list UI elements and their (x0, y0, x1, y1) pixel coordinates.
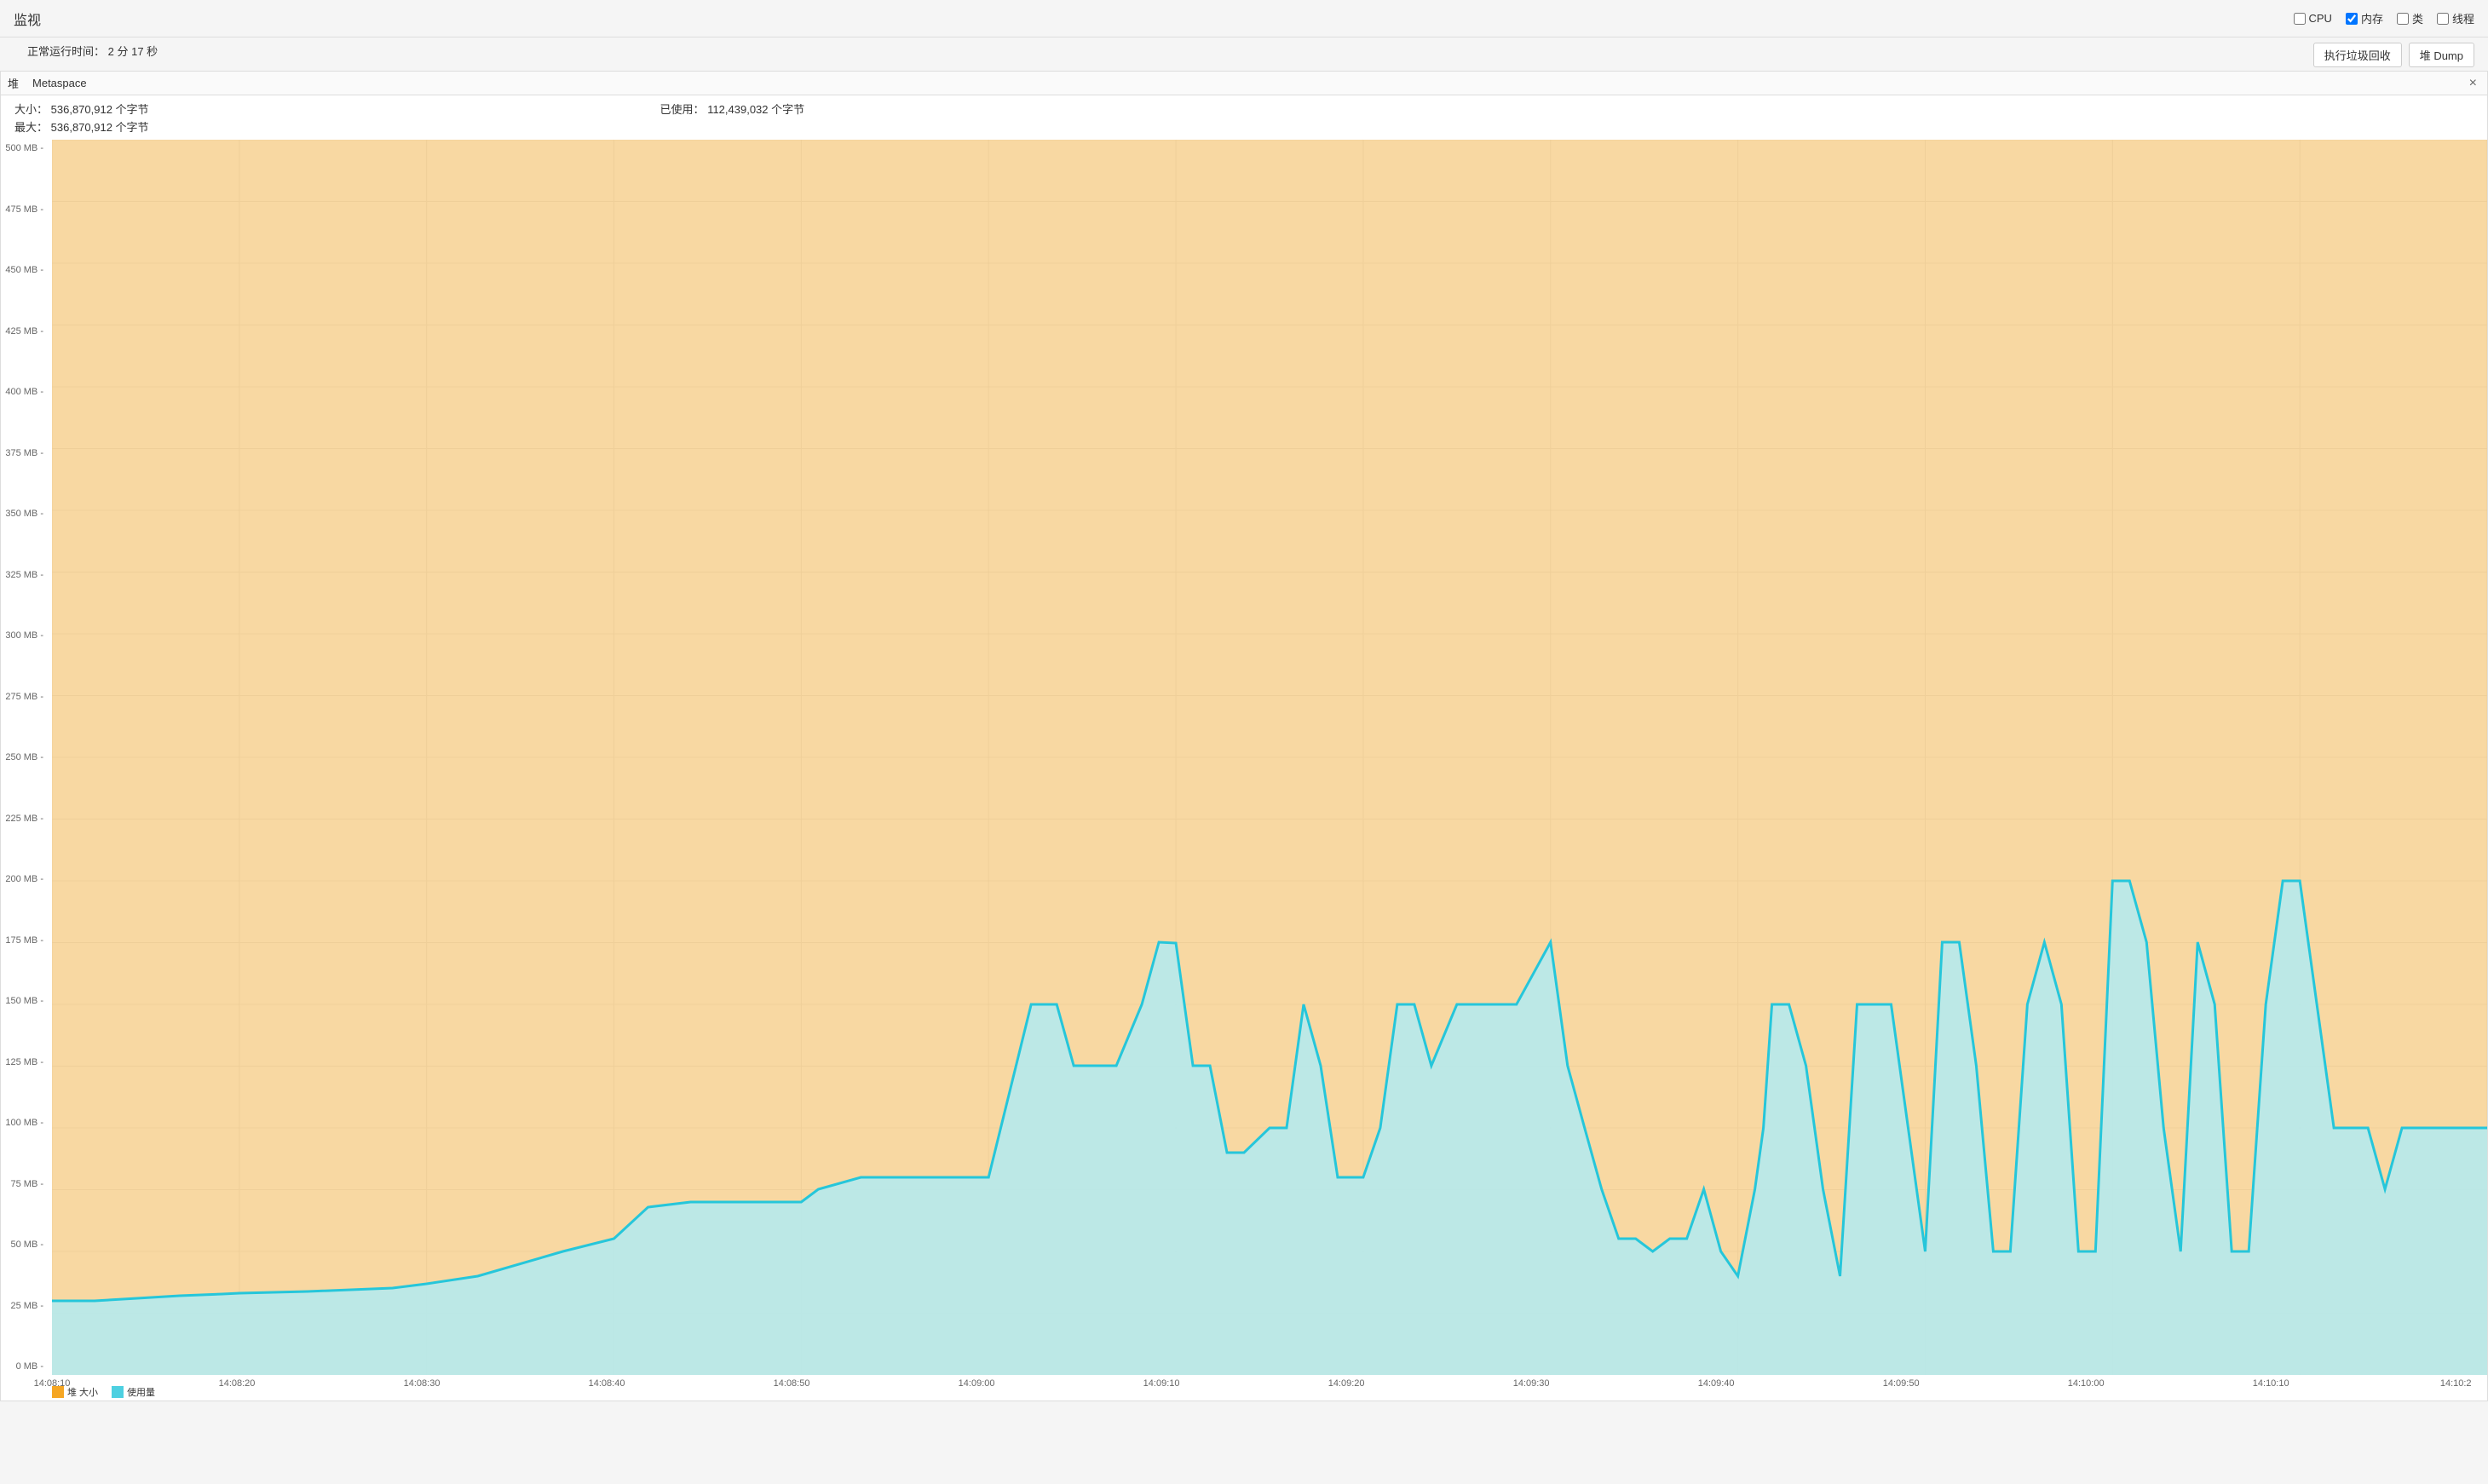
y-label-250mb: 250 MB - (4, 752, 49, 762)
x-label-4: 14:08:50 (774, 1378, 810, 1389)
memory-checkbox[interactable] (2346, 13, 2358, 25)
cpu-label[interactable]: CPU (2309, 12, 2332, 25)
used-label: 已使用： (660, 103, 705, 116)
y-label-500mb: 500 MB - (4, 143, 49, 153)
x-label-7: 14:09:20 (1328, 1378, 1365, 1389)
legend-used: 使用量 (112, 1385, 155, 1399)
x-label-3: 14:08:40 (589, 1378, 625, 1389)
top-bar: 监视 CPU 内存 类 线程 (0, 0, 2488, 37)
second-row: 正常运行时间： 2 分 17 秒 执行垃圾回收 堆 Dump (0, 37, 2488, 67)
x-label-8: 14:09:30 (1513, 1378, 1550, 1389)
y-label-325mb: 325 MB - (4, 570, 49, 580)
x-label-6: 14:09:10 (1143, 1378, 1180, 1389)
legend-size-color (52, 1386, 64, 1398)
y-label-50mb: 50 MB - (4, 1240, 49, 1250)
class-label[interactable]: 类 (2412, 10, 2423, 26)
x-label-10: 14:09:50 (1883, 1378, 1920, 1389)
heap-close-button[interactable]: × (2466, 76, 2480, 91)
cpu-checkbox-item[interactable]: CPU (2294, 12, 2332, 25)
x-label-12: 14:10:10 (2253, 1378, 2289, 1389)
legend-size: 堆 大小 (52, 1385, 98, 1399)
y-label-350mb: 350 MB - (4, 509, 49, 519)
heap-section: 堆 Metaspace × 大小： 536,870,912 个字节 最大： 53… (0, 71, 2488, 1401)
x-label-5: 14:09:00 (959, 1378, 995, 1389)
thread-checkbox-item[interactable]: 线程 (2437, 10, 2474, 26)
y-label-175mb: 175 MB - (4, 935, 49, 946)
top-bar-right: CPU 内存 类 线程 (2294, 10, 2475, 26)
y-label-0mb: 0 MB - (4, 1361, 49, 1372)
checkbox-group: CPU 内存 类 线程 (2294, 10, 2475, 26)
size-label: 大小： (14, 103, 48, 116)
legend-size-label: 堆 大小 (67, 1385, 98, 1399)
size-stat: 大小： 536,870,912 个字节 (14, 101, 149, 117)
heap-header-left: 堆 Metaspace (8, 75, 94, 91)
x-axis: 14:08:10 14:08:20 14:08:30 14:08:40 14:0… (52, 1375, 2487, 1399)
y-label-225mb: 225 MB - (4, 814, 49, 824)
class-checkbox-item[interactable]: 类 (2397, 10, 2423, 26)
y-label-400mb: 400 MB - (4, 387, 49, 397)
y-label-425mb: 425 MB - (4, 326, 49, 336)
page-title: 监视 (14, 9, 41, 29)
cpu-checkbox[interactable] (2294, 13, 2306, 25)
heap-header: 堆 Metaspace × (1, 72, 2487, 95)
heap-stats: 大小： 536,870,912 个字节 最大： 536,870,912 个字节 … (1, 95, 2487, 140)
y-label-475mb: 475 MB - (4, 204, 49, 215)
x-label-1: 14:08:20 (219, 1378, 256, 1389)
uptime-label: 正常运行时间： (27, 45, 105, 58)
size-value: 536,870,912 个字节 (51, 103, 149, 116)
max-stat: 最大： 536,870,912 个字节 (14, 118, 149, 135)
heap-tab[interactable]: Metaspace (26, 75, 94, 91)
x-label-13: 14:10:2 (2440, 1378, 2472, 1389)
used-value: 112,439,032 个字节 (707, 103, 804, 116)
max-value: 536,870,912 个字节 (51, 121, 149, 134)
y-label-125mb: 125 MB - (4, 1057, 49, 1067)
memory-checkbox-item[interactable]: 内存 (2346, 10, 2383, 26)
gc-button[interactable]: 执行垃圾回收 (2313, 43, 2402, 67)
x-label-9: 14:09:40 (1698, 1378, 1735, 1389)
chart-legend: 堆 大小 使用量 (52, 1385, 155, 1399)
thread-checkbox[interactable] (2437, 13, 2449, 25)
heap-label: 堆 (8, 75, 19, 91)
x-label-2: 14:08:30 (404, 1378, 441, 1389)
memory-label[interactable]: 内存 (2361, 10, 2383, 26)
chart-container: 0 MB - 25 MB - 50 MB - 75 MB - 100 MB - … (1, 140, 2487, 1401)
y-label-300mb: 300 MB - (4, 630, 49, 641)
y-label-275mb: 275 MB - (4, 692, 49, 702)
heap-dump-button[interactable]: 堆 Dump (2409, 43, 2474, 67)
y-label-450mb: 450 MB - (4, 265, 49, 275)
y-label-200mb: 200 MB - (4, 874, 49, 884)
used-stat: 已使用： 112,439,032 个字节 (660, 101, 805, 135)
max-label: 最大： (14, 121, 48, 134)
legend-used-color (112, 1386, 124, 1398)
thread-label[interactable]: 线程 (2452, 10, 2474, 26)
uptime-value: 2 分 17 秒 (108, 45, 158, 58)
uptime-bar: 正常运行时间： 2 分 17 秒 (14, 37, 171, 64)
y-axis: 0 MB - 25 MB - 50 MB - 75 MB - 100 MB - … (1, 140, 52, 1375)
y-label-25mb: 25 MB - (4, 1301, 49, 1311)
y-label-100mb: 100 MB - (4, 1118, 49, 1128)
action-buttons: 执行垃圾回收 堆 Dump (2313, 43, 2474, 67)
heap-stats-left: 大小： 536,870,912 个字节 最大： 536,870,912 个字节 (14, 101, 149, 135)
y-label-150mb: 150 MB - (4, 996, 49, 1006)
x-label-11: 14:10:00 (2068, 1378, 2105, 1389)
y-label-375mb: 375 MB - (4, 448, 49, 458)
class-checkbox[interactable] (2397, 13, 2409, 25)
main-chart (52, 140, 2487, 1375)
legend-used-label: 使用量 (127, 1385, 155, 1399)
y-label-75mb: 75 MB - (4, 1179, 49, 1189)
